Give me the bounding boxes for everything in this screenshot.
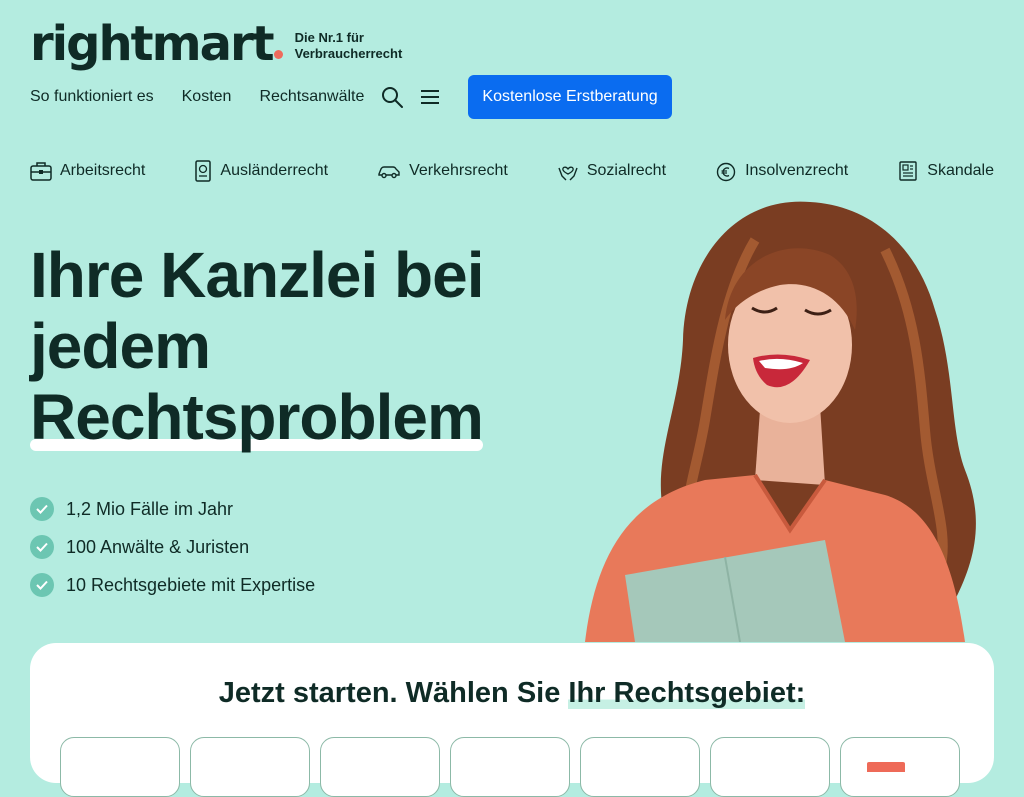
legal-area-tile[interactable] <box>450 737 570 797</box>
hero-bullet: 10 Rechtsgebiete mit Expertise <box>30 566 315 604</box>
briefcase-icon <box>30 162 52 181</box>
hero-line-1: Ihre Kanzlei bei <box>30 239 484 311</box>
tagline-line2: Verbraucherrecht <box>294 46 403 61</box>
legal-area-tiles <box>60 737 970 797</box>
nav-link-rechtsanwaelte[interactable]: Rechtsanwälte <box>259 88 364 106</box>
tile-icon <box>867 762 905 772</box>
top-navigation: So funktioniert es Kosten Rechtsanwälte … <box>30 75 672 119</box>
category-label: Ausländerrecht <box>220 162 329 179</box>
category-sozialrecht[interactable]: Sozialrecht <box>557 160 666 182</box>
hero-bullet: 1,2 Mio Fälle im Jahr <box>30 490 315 528</box>
category-bar: Arbeitsrecht Ausländerrecht Verkehrsrech… <box>30 160 994 182</box>
bullet-text: 100 Anwälte & Juristen <box>66 536 250 557</box>
legal-area-tile[interactable] <box>320 737 440 797</box>
brand-dot <box>273 50 283 59</box>
legal-area-tile[interactable] <box>710 737 830 797</box>
category-label: Arbeitsrecht <box>60 162 146 179</box>
hero-bullet: 100 Anwälte & Juristen <box>30 528 315 566</box>
bullet-text: 1,2 Mio Fälle im Jahr <box>66 498 234 519</box>
start-title-part1: Jetzt starten. Wählen Sie <box>218 677 569 709</box>
category-auslaenderrecht[interactable]: Ausländerrecht <box>194 160 328 182</box>
euro-piggy-icon <box>716 162 736 182</box>
brand-tagline: Die Nr.1 für Verbraucherrecht <box>295 30 403 62</box>
free-consultation-button[interactable]: Kostenlose Erstberatung <box>468 75 672 119</box>
car-icon <box>378 166 400 179</box>
category-verkehrsrecht[interactable]: Verkehrsrecht <box>377 160 508 182</box>
hero-woman-image <box>585 201 976 642</box>
hero-line-2: jedem <box>30 310 211 382</box>
start-card: Jetzt starten. Wählen Sie Ihr Rechtsgebi… <box>30 643 994 797</box>
category-label: Sozialrecht <box>586 162 667 179</box>
legal-area-tile[interactable] <box>580 737 700 797</box>
brand-logo[interactable]: rightmart Die Nr.1 für Verbraucherrecht <box>30 20 402 68</box>
passport-icon <box>195 160 212 182</box>
start-title: Jetzt starten. Wählen Sie Ihr Rechtsgebi… <box>30 677 994 710</box>
tagline-line1: Die Nr.1 für <box>294 30 364 45</box>
legal-area-tile[interactable] <box>60 737 180 797</box>
nav-link-kosten[interactable]: Kosten <box>182 88 232 106</box>
nav-link-so-funktioniert-es[interactable]: So funktioniert es <box>30 88 154 106</box>
search-icon[interactable] <box>378 83 406 111</box>
category-label: Skandale <box>927 162 994 179</box>
hero-heading: Ihre Kanzlei bei jedem Rechtsproblem <box>30 239 484 453</box>
check-icon <box>30 497 54 521</box>
legal-area-tile[interactable] <box>190 737 310 797</box>
start-title-part2: Ihr Rechtsgebiet: <box>568 677 806 709</box>
check-icon <box>30 535 54 559</box>
category-skandale[interactable]: Skandale <box>897 160 994 182</box>
check-icon <box>30 573 54 597</box>
hero-bullet-list: 1,2 Mio Fälle im Jahr 100 Anwälte & Juri… <box>30 490 315 604</box>
category-label: Verkehrsrecht <box>409 162 508 179</box>
hero-line-3: Rechtsproblem <box>30 381 484 453</box>
category-arbeitsrecht[interactable]: Arbeitsrecht <box>30 160 145 182</box>
newspaper-icon <box>899 161 917 181</box>
legal-area-tile[interactable] <box>840 737 960 797</box>
brand-name: rightmart <box>30 16 275 72</box>
category-label: Insolvenzrecht <box>745 162 849 179</box>
hands-heart-icon <box>558 166 578 181</box>
hamburger-menu-icon[interactable] <box>416 83 444 111</box>
category-insolvenzrecht[interactable]: Insolvenzrecht <box>715 160 848 182</box>
bullet-text: 10 Rechtsgebiete mit Expertise <box>66 574 316 595</box>
